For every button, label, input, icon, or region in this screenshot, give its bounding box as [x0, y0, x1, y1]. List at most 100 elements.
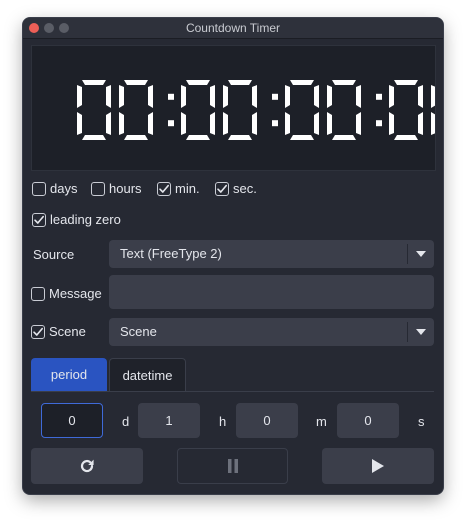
digit-segment [285, 85, 290, 108]
hours-label: hours [109, 181, 142, 196]
digit-segment [327, 85, 332, 108]
hours-spinbox[interactable]: 1 [138, 403, 200, 438]
reset-button[interactable] [31, 448, 143, 484]
scene-select-value: Scene [120, 324, 157, 339]
digit-segment [148, 112, 153, 135]
hours-checkbox[interactable]: hours [91, 181, 142, 196]
timer-digit [431, 85, 435, 135]
digit-segment [356, 85, 361, 108]
days-checkbox[interactable]: days [32, 181, 77, 196]
source-select[interactable]: Text (FreeType 2) [109, 240, 434, 268]
timer-colon [272, 93, 278, 100]
digit-segment [332, 80, 356, 85]
source-select-divider [407, 244, 408, 264]
digit-segment [290, 80, 314, 85]
digit-segment [148, 85, 153, 108]
scene-label: Scene [49, 324, 86, 339]
tab-period[interactable]: period [31, 358, 107, 391]
digit-segment [210, 85, 215, 108]
pause-button[interactable] [177, 448, 288, 484]
checkmark-icon [34, 215, 44, 224]
timer-colon [272, 120, 278, 127]
digit-segment [119, 112, 124, 135]
leading-zero-checkbox[interactable]: leading zero [32, 212, 121, 227]
message-checkbox[interactable]: Message [31, 286, 102, 301]
minutes-spinbox[interactable]: 0 [236, 403, 298, 438]
days-checkbox-box[interactable] [32, 181, 46, 196]
digit-segment [106, 85, 111, 108]
days-unit-label: d [122, 414, 130, 429]
days-label: days [50, 181, 78, 196]
minutes-checkbox[interactable]: min. [157, 181, 200, 196]
digit-segment [252, 112, 257, 135]
digit-segment [418, 85, 423, 108]
leading-zero-checkbox-box[interactable] [32, 212, 46, 227]
title-bar: Countdown Timer [23, 18, 443, 39]
digit-segment [290, 135, 314, 140]
checkmark-icon [159, 184, 169, 193]
timer-digit [181, 80, 215, 140]
timer-colon [168, 120, 174, 127]
timer-colon [376, 93, 382, 100]
scene-checkbox-box[interactable] [31, 324, 45, 339]
timer-display [31, 45, 436, 171]
digit-segment [186, 135, 210, 140]
source-label: Source [33, 247, 75, 262]
timer-colon [168, 93, 174, 100]
play-icon [372, 459, 384, 473]
timer-digit [77, 80, 111, 140]
digit-segment [356, 112, 361, 135]
chevron-down-icon[interactable] [416, 251, 426, 257]
minutes-label: min. [175, 181, 200, 196]
seconds-spinbox[interactable]: 0 [337, 403, 399, 438]
digit-segment [431, 85, 435, 108]
timer-digit [389, 80, 423, 140]
message-input[interactable] [109, 275, 434, 309]
checkmark-icon [217, 184, 227, 193]
checkmark-icon [33, 327, 43, 336]
timer-digit [285, 80, 319, 140]
digit-segment [106, 112, 111, 135]
digit-segment [82, 135, 106, 140]
start-button[interactable] [322, 448, 434, 484]
chevron-down-icon[interactable] [416, 329, 426, 335]
digit-segment [394, 135, 418, 140]
seconds-checkbox[interactable]: sec. [215, 181, 257, 196]
minutes-checkbox-box[interactable] [157, 181, 171, 196]
digit-segment [394, 80, 418, 85]
seconds-unit-label: s [418, 414, 425, 429]
digit-segment [389, 85, 394, 108]
source-select-value: Text (FreeType 2) [120, 246, 222, 261]
digit-segment [119, 85, 124, 108]
seconds-checkbox-box[interactable] [215, 181, 229, 196]
reset-icon [80, 459, 94, 473]
digit-segment [181, 85, 186, 108]
digit-segment [210, 112, 215, 135]
digit-segment [389, 112, 394, 135]
digit-segment [82, 80, 106, 85]
hours-checkbox-box[interactable] [91, 181, 105, 196]
digit-segment [77, 85, 82, 108]
digit-segment [327, 112, 332, 135]
digit-segment [223, 112, 228, 135]
digit-segment [124, 80, 148, 85]
scene-checkbox[interactable]: Scene [31, 324, 86, 339]
digit-segment [418, 112, 423, 135]
digit-segment [431, 112, 435, 135]
seven-segment-time [77, 80, 435, 140]
digit-segment [77, 112, 82, 135]
timer-digit [119, 80, 153, 140]
days-spinbox[interactable]: 0 [41, 403, 103, 438]
digit-segment [181, 112, 186, 135]
digit-segment [285, 112, 290, 135]
digit-segment [228, 135, 252, 140]
scene-select[interactable]: Scene [109, 318, 434, 346]
timer-digit [327, 80, 361, 140]
digit-segment [332, 135, 356, 140]
seconds-label: sec. [233, 181, 257, 196]
digit-segment [186, 80, 210, 85]
tab-datetime[interactable]: datetime [109, 358, 186, 391]
message-label: Message [49, 286, 102, 301]
message-checkbox-box[interactable] [31, 286, 45, 301]
minutes-unit-label: m [316, 414, 327, 429]
